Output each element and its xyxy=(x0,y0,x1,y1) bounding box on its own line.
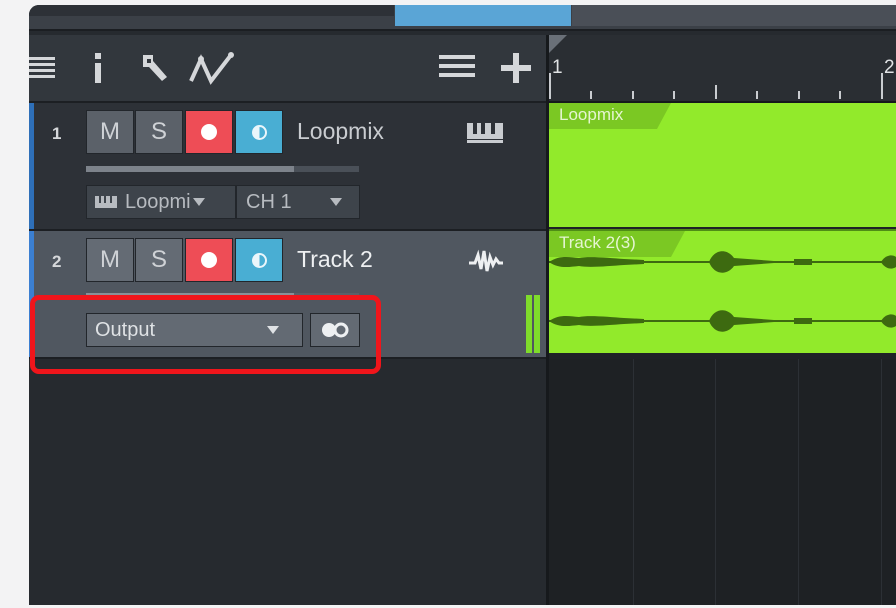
mute-button[interactable]: M xyxy=(86,110,134,154)
ruler-bar-label: 1 xyxy=(552,57,563,78)
clip-label: Loopmix xyxy=(549,103,671,129)
volume-fader[interactable] xyxy=(86,166,359,172)
tab-right[interactable] xyxy=(572,5,896,26)
arrangement-view: 1 2 Loopmix Track 2(3) xyxy=(549,35,896,605)
level-meter xyxy=(526,295,540,353)
empty-track-area xyxy=(29,359,546,605)
clip-track-2[interactable]: Track 2(3) xyxy=(549,229,896,353)
ruler-tick xyxy=(798,91,800,99)
track-number: 2 xyxy=(52,252,62,271)
record-dot-icon xyxy=(201,124,217,140)
ruler-tick xyxy=(549,73,551,99)
audio-waveform xyxy=(549,251,896,332)
grid-line xyxy=(715,359,716,605)
channel-label: CH 1 xyxy=(246,190,292,213)
tab-left[interactable] xyxy=(29,5,394,16)
input-selector[interactable]: Loopmi xyxy=(86,185,236,219)
grid-line xyxy=(798,359,799,605)
piano-keys-icon xyxy=(95,191,117,214)
highlight-box xyxy=(30,295,381,374)
list-view-icon[interactable] xyxy=(29,51,55,81)
ruler-tick xyxy=(881,73,883,99)
audio-waveform-icon xyxy=(469,249,503,278)
track-row-1[interactable]: 1 M S Loopmix Loopmi CH 1 xyxy=(29,103,546,231)
track-toolbar xyxy=(29,35,546,103)
record-dot-icon xyxy=(201,252,217,268)
solo-button[interactable]: S xyxy=(135,238,183,282)
track-name[interactable]: Track 2 xyxy=(297,246,373,273)
ruler-tick xyxy=(632,91,634,99)
clip-loopmix[interactable]: Loopmix xyxy=(549,103,896,227)
chevron-down-icon xyxy=(329,198,342,206)
track-number: 1 xyxy=(52,124,62,143)
meter-left xyxy=(526,295,532,353)
ruler-tick xyxy=(673,91,675,99)
record-arm-button[interactable] xyxy=(185,110,233,154)
grid-line xyxy=(633,359,634,605)
automation-icon[interactable] xyxy=(187,51,237,85)
monitor-button[interactable] xyxy=(235,110,283,154)
monitor-button[interactable] xyxy=(235,238,283,282)
tab-bar xyxy=(29,5,896,31)
piano-keys-icon xyxy=(467,123,503,148)
solo-button[interactable]: S xyxy=(135,110,183,154)
grid-line xyxy=(881,359,882,605)
mute-button[interactable]: M xyxy=(86,238,134,282)
channel-selector[interactable]: CH 1 xyxy=(236,185,360,219)
ruler-tick xyxy=(590,91,592,99)
track-view-icon[interactable] xyxy=(439,51,475,81)
timeline-ruler[interactable]: 1 2 xyxy=(549,35,896,103)
ruler-tick xyxy=(839,91,841,99)
monitor-icon xyxy=(251,252,267,268)
empty-arrange-area[interactable] xyxy=(549,359,896,605)
ruler-tick xyxy=(756,91,758,99)
info-icon[interactable] xyxy=(93,51,103,85)
ruler-tick xyxy=(715,85,717,99)
input-label: Loopmi xyxy=(125,190,191,213)
chevron-down-icon xyxy=(192,198,205,206)
add-track-icon[interactable] xyxy=(499,51,533,85)
ruler-bar-label: 2 xyxy=(884,57,895,78)
track-color-strip xyxy=(29,103,34,229)
meter-right xyxy=(534,295,540,353)
loop-marker-icon xyxy=(549,35,567,53)
volume-fader-fill xyxy=(86,166,294,172)
track-name[interactable]: Loopmix xyxy=(297,118,384,145)
tab-active[interactable] xyxy=(395,5,571,26)
tab-divider xyxy=(29,29,896,31)
record-arm-button[interactable] xyxy=(185,238,233,282)
monitor-icon xyxy=(251,124,267,140)
wrench-icon[interactable] xyxy=(139,51,169,83)
